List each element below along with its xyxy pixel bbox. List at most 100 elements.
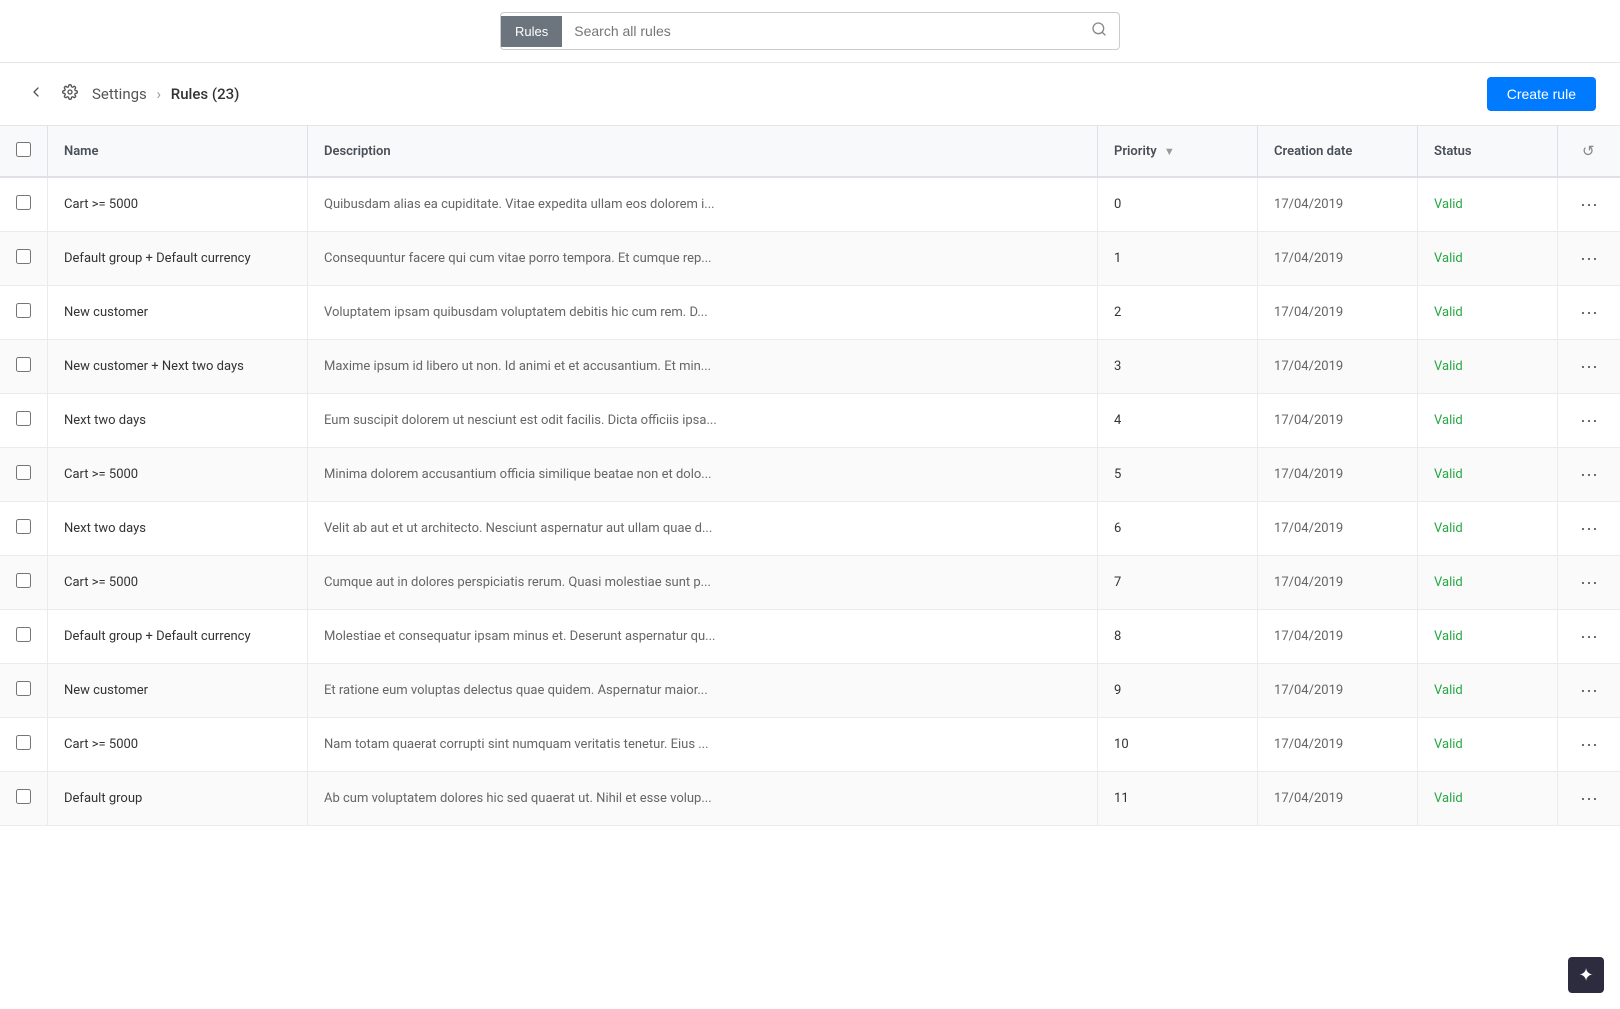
rules-table: Name Description Priority ▼ Creation dat… <box>0 126 1620 826</box>
table-row: Next two days Eum suscipit dolorem ut ne… <box>0 394 1620 448</box>
row-creation-date: 17/04/2019 <box>1258 177 1418 232</box>
row-description: Eum suscipit dolorem ut nesciunt est odi… <box>308 394 1098 448</box>
col-header-name: Name <box>48 126 308 177</box>
row-more-button[interactable]: ··· <box>1574 354 1604 379</box>
table-row: Cart >= 5000 Minima dolorem accusantium … <box>0 448 1620 502</box>
row-checkbox-cell <box>0 286 48 340</box>
row-more-button[interactable]: ··· <box>1574 678 1604 703</box>
row-more-button[interactable]: ··· <box>1574 732 1604 757</box>
rules-table-container: Name Description Priority ▼ Creation dat… <box>0 126 1620 826</box>
table-row: New customer Et ratione eum voluptas del… <box>0 664 1620 718</box>
row-actions: ··· <box>1558 286 1620 340</box>
row-name: Default group <box>48 772 308 826</box>
row-name: Cart >= 5000 <box>48 177 308 232</box>
row-checkbox[interactable] <box>16 573 31 588</box>
reload-button[interactable]: ↺ <box>1574 138 1603 164</box>
row-creation-date: 17/04/2019 <box>1258 772 1418 826</box>
row-creation-date: 17/04/2019 <box>1258 448 1418 502</box>
col-header-status: Status <box>1418 126 1558 177</box>
row-description: Minima dolorem accusantium officia simil… <box>308 448 1098 502</box>
row-description: Velit ab aut et ut architecto. Nesciunt … <box>308 502 1098 556</box>
row-checkbox[interactable] <box>16 357 31 372</box>
row-checkbox[interactable] <box>16 735 31 750</box>
table-row: Cart >= 5000 Quibusdam alias ea cupidita… <box>0 177 1620 232</box>
row-name: Cart >= 5000 <box>48 718 308 772</box>
row-actions: ··· <box>1558 610 1620 664</box>
row-actions: ··· <box>1558 556 1620 610</box>
row-more-button[interactable]: ··· <box>1574 246 1604 271</box>
row-description: Quibusdam alias ea cupiditate. Vitae exp… <box>308 177 1098 232</box>
rules-filter-button[interactable]: Rules <box>501 16 562 47</box>
row-description: Et ratione eum voluptas delectus quae qu… <box>308 664 1098 718</box>
row-creation-date: 17/04/2019 <box>1258 232 1418 286</box>
row-actions: ··· <box>1558 340 1620 394</box>
table-row: Default group Ab cum voluptatem dolores … <box>0 772 1620 826</box>
col-header-actions: ↺ <box>1558 126 1620 177</box>
col-header-priority[interactable]: Priority ▼ <box>1098 126 1258 177</box>
row-checkbox-cell <box>0 718 48 772</box>
select-all-header <box>0 126 48 177</box>
row-actions: ··· <box>1558 448 1620 502</box>
row-checkbox[interactable] <box>16 411 31 426</box>
row-checkbox[interactable] <box>16 627 31 642</box>
row-checkbox[interactable] <box>16 249 31 264</box>
row-priority: 1 <box>1098 232 1258 286</box>
row-checkbox[interactable] <box>16 519 31 534</box>
row-priority: 11 <box>1098 772 1258 826</box>
row-name: New customer <box>48 664 308 718</box>
row-status: Valid <box>1418 177 1558 232</box>
row-checkbox-cell <box>0 502 48 556</box>
row-status: Valid <box>1418 772 1558 826</box>
row-checkbox-cell <box>0 340 48 394</box>
row-priority: 6 <box>1098 502 1258 556</box>
row-more-button[interactable]: ··· <box>1574 300 1604 325</box>
row-actions: ··· <box>1558 502 1620 556</box>
priority-sort-icon: ▼ <box>1164 145 1175 158</box>
row-name: Cart >= 5000 <box>48 556 308 610</box>
row-checkbox[interactable] <box>16 195 31 210</box>
search-input[interactable] <box>562 15 1079 47</box>
row-more-button[interactable]: ··· <box>1574 192 1604 217</box>
row-description: Maxime ipsum id libero ut non. Id animi … <box>308 340 1098 394</box>
settings-gear-button[interactable] <box>58 80 82 109</box>
bottom-right-icon[interactable]: ✦ <box>1568 957 1604 993</box>
row-more-button[interactable]: ··· <box>1574 516 1604 541</box>
row-status: Valid <box>1418 286 1558 340</box>
search-icon[interactable] <box>1079 13 1119 49</box>
row-name: Default group + Default currency <box>48 232 308 286</box>
row-creation-date: 17/04/2019 <box>1258 718 1418 772</box>
row-status: Valid <box>1418 232 1558 286</box>
breadcrumb-separator: › <box>157 85 162 103</box>
row-more-button[interactable]: ··· <box>1574 408 1604 433</box>
row-description: Consequuntur facere qui cum vitae porro … <box>308 232 1098 286</box>
row-checkbox[interactable] <box>16 681 31 696</box>
select-all-checkbox[interactable] <box>16 142 31 157</box>
row-more-button[interactable]: ··· <box>1574 570 1604 595</box>
row-priority: 9 <box>1098 664 1258 718</box>
row-actions: ··· <box>1558 772 1620 826</box>
row-creation-date: 17/04/2019 <box>1258 610 1418 664</box>
row-checkbox-cell <box>0 394 48 448</box>
row-more-button[interactable]: ··· <box>1574 624 1604 649</box>
create-rule-button[interactable]: Create rule <box>1487 77 1596 111</box>
row-priority: 0 <box>1098 177 1258 232</box>
table-row: Default group + Default currency Consequ… <box>0 232 1620 286</box>
breadcrumb-settings[interactable]: Settings <box>92 85 147 103</box>
row-description: Cumque aut in dolores perspiciatis rerum… <box>308 556 1098 610</box>
row-more-button[interactable]: ··· <box>1574 462 1604 487</box>
row-description: Nam totam quaerat corrupti sint numquam … <box>308 718 1098 772</box>
row-checkbox[interactable] <box>16 465 31 480</box>
col-header-description: Description <box>308 126 1098 177</box>
table-body: Cart >= 5000 Quibusdam alias ea cupidita… <box>0 177 1620 826</box>
row-creation-date: 17/04/2019 <box>1258 502 1418 556</box>
row-checkbox-cell <box>0 610 48 664</box>
row-checkbox[interactable] <box>16 303 31 318</box>
row-more-button[interactable]: ··· <box>1574 786 1604 811</box>
row-checkbox[interactable] <box>16 789 31 804</box>
row-name: New customer + Next two days <box>48 340 308 394</box>
table-row: Cart >= 5000 Cumque aut in dolores persp… <box>0 556 1620 610</box>
back-button[interactable] <box>24 80 48 109</box>
row-name: New customer <box>48 286 308 340</box>
row-status: Valid <box>1418 556 1558 610</box>
row-status: Valid <box>1418 664 1558 718</box>
